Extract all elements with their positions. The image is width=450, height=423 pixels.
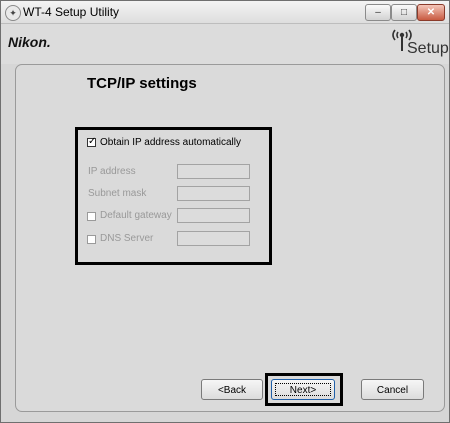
title-bar[interactable]: ✦ WT-4 Setup Utility – □ ✕ [1,1,449,24]
subnet-mask-label: Subnet mask [88,188,147,199]
page-title: TCP/IP settings [87,75,197,92]
default-gateway-field[interactable] [177,208,250,223]
close-button[interactable]: ✕ [417,4,445,21]
setup-logo: Setup [387,26,449,62]
default-gateway-label: Default gateway [100,210,172,221]
checkmark-icon: ✓ [88,136,97,147]
maximize-button[interactable]: □ [391,4,417,21]
dns-server-label: DNS Server [100,233,154,244]
next-button-label: Next> [289,385,317,396]
ip-address-label: IP address [88,166,136,177]
setup-label: Setup [407,40,449,57]
obtain-ip-label: Obtain IP address automatically [100,137,242,148]
default-gateway-checkbox[interactable] [87,212,96,221]
app-icon: ✦ [5,5,21,21]
ip-address-field[interactable] [177,164,250,179]
obtain-ip-checkbox[interactable]: ✓ [87,136,97,147]
minimize-button[interactable]: – [365,4,391,21]
back-button[interactable]: <Back [201,379,263,400]
setup-window: ✦ WT-4 Setup Utility – □ ✕ Nikon. Setup … [0,0,450,423]
dns-server-field[interactable] [177,231,250,246]
header: Nikon. Setup [1,24,449,64]
next-button[interactable]: Next> [271,379,335,400]
subnet-mask-field[interactable] [177,186,250,201]
dns-server-checkbox[interactable] [87,235,96,244]
nikon-logo: Nikon. [8,34,51,50]
cancel-button[interactable]: Cancel [361,379,424,400]
window-title: WT-4 Setup Utility [23,5,120,19]
